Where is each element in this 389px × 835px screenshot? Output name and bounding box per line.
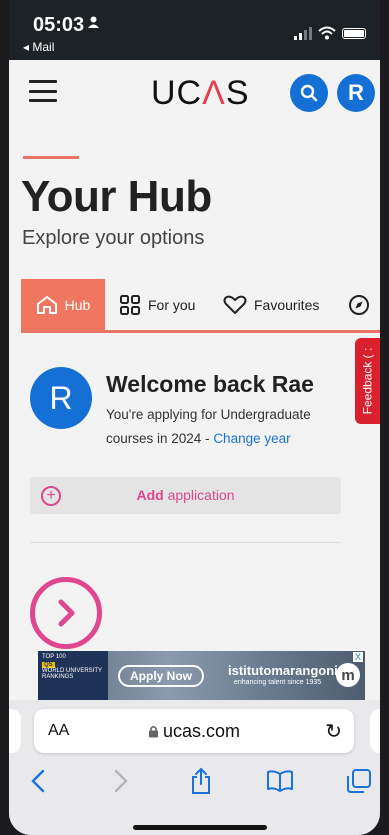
back-button[interactable]: [23, 766, 53, 796]
ad-brand-logo: m: [336, 663, 360, 687]
ad-close-icon[interactable]: X: [353, 652, 363, 662]
phone-screen: 05:03 ◂ Mail UCΛS R Your Hub Explore you…: [9, 0, 380, 835]
search-button[interactable]: [290, 74, 328, 112]
compass-icon: [349, 294, 369, 315]
battery-icon: [342, 27, 366, 39]
browser-toolbar: [9, 766, 380, 806]
person-icon: [87, 16, 100, 32]
wifi-icon: [318, 26, 336, 40]
book-icon: [267, 770, 293, 792]
tab-label: Favourites: [254, 296, 320, 313]
status-time: 05:03: [33, 14, 85, 36]
tabs-button[interactable]: [344, 766, 374, 796]
bookmarks-button[interactable]: [265, 766, 295, 796]
url-display[interactable]: ucas.com: [34, 721, 354, 742]
tab-hub[interactable]: Hub: [21, 279, 105, 330]
change-year-link[interactable]: Change year: [213, 431, 290, 446]
ad-brand-name: istitutomarangoni: [228, 663, 338, 678]
search-icon: [300, 84, 318, 102]
tab-favourites[interactable]: Favourites: [223, 279, 319, 330]
chevron-right-icon: [114, 769, 128, 793]
page-subtitle: Explore your options: [22, 227, 205, 249]
account-avatar-button[interactable]: R: [337, 74, 375, 112]
back-to-mail-link[interactable]: ◂ Mail: [23, 40, 54, 54]
ad-apply-button[interactable]: Apply Now: [118, 665, 204, 687]
ucas-logo[interactable]: UCΛS: [151, 74, 250, 113]
previous-tab-edge[interactable]: [9, 709, 21, 753]
section-divider: [30, 542, 341, 543]
reload-icon[interactable]: ↻: [325, 719, 342, 744]
title-accent-line: [23, 156, 79, 159]
safari-bottom-bar: AA ucas.com ↻: [9, 700, 380, 835]
forward-button[interactable]: [106, 766, 136, 796]
feedback-tab[interactable]: Feedback ( :: [355, 338, 380, 424]
share-icon: [192, 767, 210, 794]
tabs-icon: [347, 769, 371, 793]
status-icons: [294, 26, 366, 40]
ad-tagline: enhancing talent since 1935: [234, 679, 322, 686]
next-tab-edge[interactable]: [370, 709, 380, 753]
status-bar: 05:03 ◂ Mail: [9, 0, 380, 60]
welcome-title: Welcome back Rae: [106, 371, 314, 397]
add-application-label: Add application: [136, 487, 235, 503]
grid-icon: [120, 294, 140, 315]
advert-banner[interactable]: TOP 100 QS WORLD UNIVERSITY RANKINGS App…: [38, 651, 365, 701]
share-button[interactable]: [186, 766, 216, 796]
chevron-left-icon: [31, 769, 45, 793]
ad-ranking-badge: TOP 100 QS WORLD UNIVERSITY RANKINGS: [38, 651, 108, 701]
welcome-avatar: R: [30, 367, 92, 429]
menu-icon[interactable]: [29, 80, 57, 102]
lock-icon: [148, 725, 158, 738]
tab-explore[interactable]: [348, 279, 370, 330]
welcome-message: You're applying for Undergraduate course…: [106, 403, 346, 451]
hub-tabs: Hub For you Favourites: [21, 279, 380, 333]
home-icon: [36, 295, 57, 314]
tab-for-you[interactable]: For you: [119, 279, 195, 330]
next-button[interactable]: [30, 577, 102, 649]
add-application-button[interactable]: + Add application: [30, 477, 341, 514]
signal-icon: [294, 26, 312, 40]
home-indicator[interactable]: [133, 825, 267, 830]
tab-label: For you: [148, 296, 196, 313]
heart-icon: [223, 295, 247, 314]
site-header: UCΛS R: [9, 60, 380, 124]
tab-label: Hub: [64, 296, 91, 313]
page-title: Your Hub: [21, 172, 212, 221]
address-bar[interactable]: AA ucas.com ↻: [34, 709, 354, 753]
feedback-label: Feedback ( :: [360, 347, 375, 415]
chevron-right-icon: [58, 599, 75, 627]
